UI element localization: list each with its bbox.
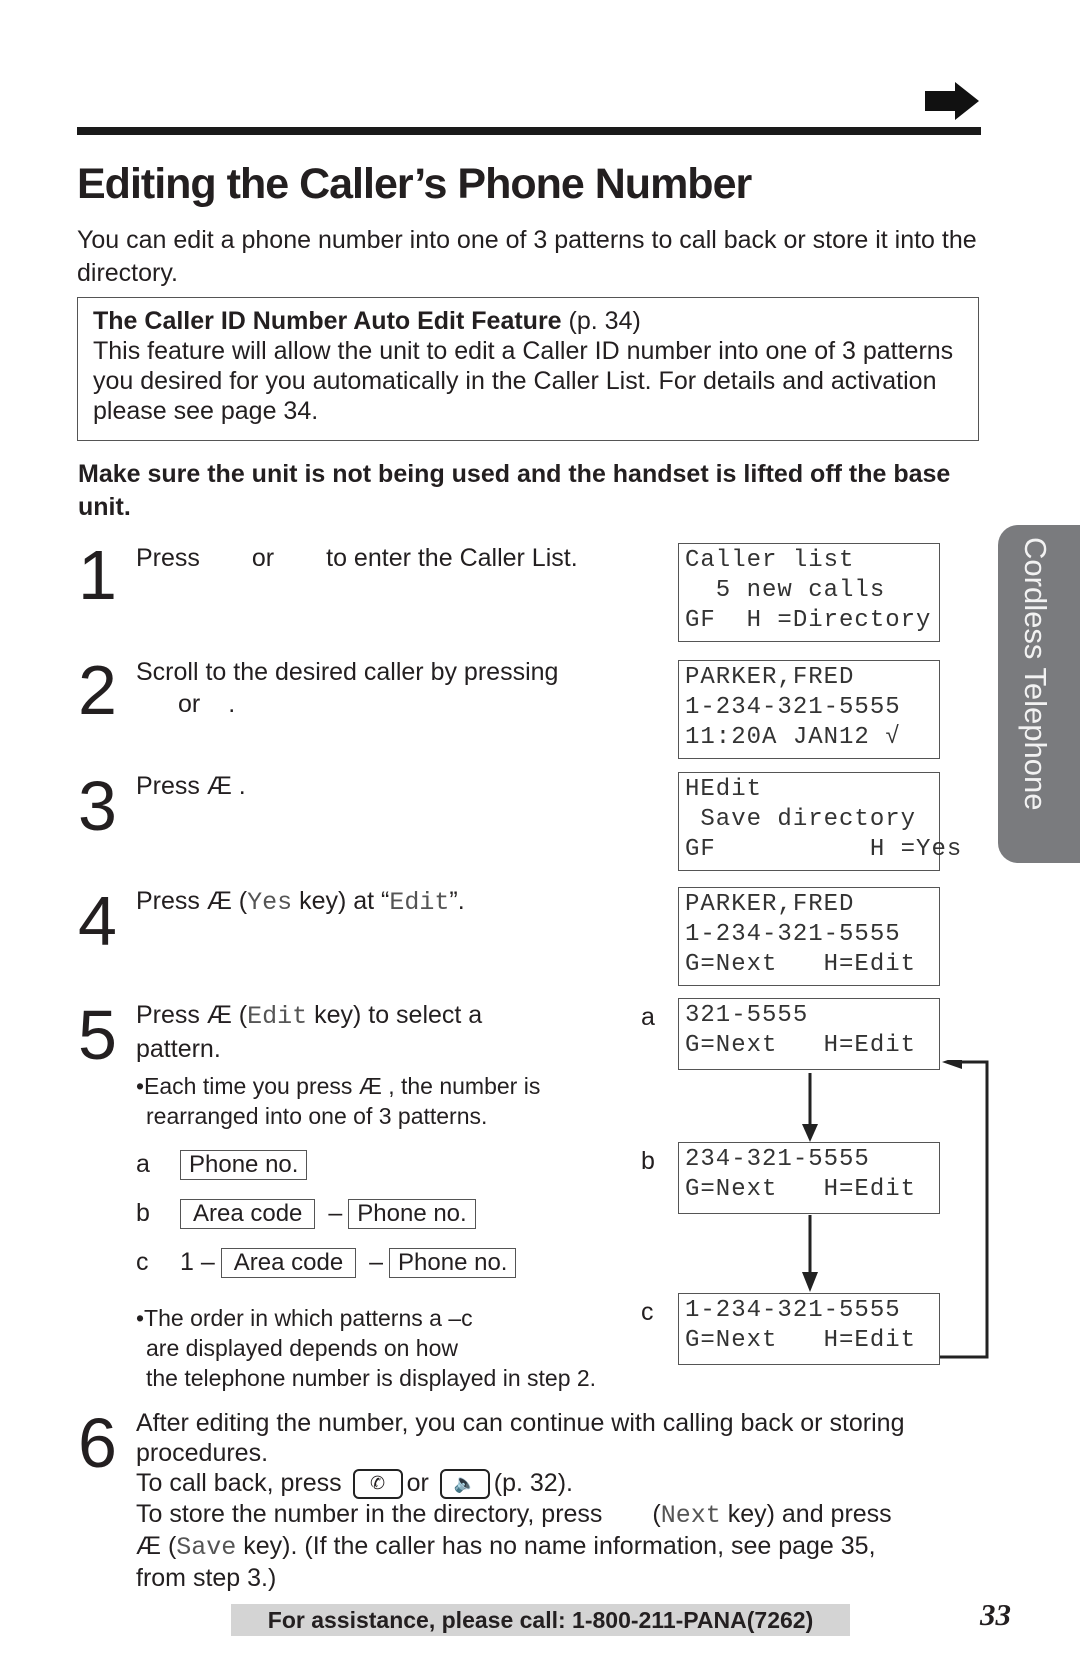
step-5-pre: Press Æ (	[136, 1001, 248, 1029]
feature-title: The Caller ID Number Auto Edit Feature	[93, 307, 562, 335]
save-key-label: Save	[176, 1533, 237, 1563]
step-4-pre: Press Æ (	[136, 887, 248, 915]
lcd-line: GF H =Directory	[685, 607, 932, 634]
lcd-line: PARKER,FRED	[685, 664, 855, 691]
step-6-store-post: key) and press	[720, 1500, 892, 1529]
arrow-head-icon	[942, 1060, 962, 1069]
step-number-3: 3	[78, 767, 117, 845]
dash: –	[369, 1248, 384, 1276]
step-4-mid: key) at “	[292, 887, 390, 915]
lcd-line: HEdit	[685, 776, 763, 803]
bullet-2-line2: are displayed depends on how	[146, 1335, 459, 1361]
right-arrow-icon	[925, 82, 979, 120]
lcd-line: PARKER,FRED	[685, 891, 855, 918]
step-1-text: Press or to enter the Caller List.	[136, 542, 578, 574]
intro-text: You can edit a phone number into one of …	[77, 226, 977, 287]
lcd-caller-list: Caller list 5 new calls GF H =Directory	[678, 543, 940, 642]
step-6-save-post: key). (If the caller has no name informa…	[236, 1532, 876, 1561]
step-6-call-pre: To call back, press	[136, 1469, 342, 1497]
lcd-line: Save directory	[685, 806, 917, 833]
step-6-text: After editing the number, you can contin…	[136, 1409, 905, 1593]
pattern-cycle-arrows	[802, 1060, 989, 1359]
step-number-4: 4	[78, 882, 117, 960]
section-side-tab: Cordless Telephone	[998, 525, 1080, 863]
lcd-caller-entry: PARKER,FRED 1-234-321-5555 11:20A JAN12 √	[678, 660, 940, 759]
step-number-5: 5	[78, 996, 117, 1074]
pattern-c: c 1 – Area code – Phone no.	[136, 1248, 517, 1278]
precondition-note: Make sure the unit is not being used and…	[78, 460, 951, 521]
lcd-line: Caller list	[685, 547, 855, 574]
lcd-label-a: a	[641, 1003, 655, 1031]
bullet-1-line2: rearranged into one of 3 patterns.	[146, 1103, 488, 1129]
lcd-line: G=Next H=Edit	[685, 951, 917, 978]
lcd-line: 1-234-321-5555	[685, 694, 901, 721]
edit-key-label: Edit	[247, 1002, 308, 1031]
step-4-post: ”.	[449, 887, 465, 915]
edit-key-label: Edit	[389, 888, 450, 917]
lcd-edit-menu: HEdit Save directory GF H =Yes	[678, 772, 963, 871]
step-6-save-pre: Æ (	[136, 1532, 177, 1561]
speakerphone-key-icon: 🔈	[439, 1469, 490, 1500]
lcd-line: 11:20A JAN12 √	[685, 724, 901, 751]
phone-no-box: Phone no.	[389, 1248, 517, 1278]
pattern-label: c	[136, 1248, 149, 1276]
pattern-c-prefix: 1 –	[180, 1248, 215, 1276]
step-number-1: 1	[78, 536, 117, 614]
lcd-edit-entry: PARKER,FRED 1-234-321-5555 G=Next H=Edit	[678, 887, 940, 986]
lcd-line: GF H =Yes	[685, 836, 963, 863]
step-1-rest: to enter the Caller List.	[326, 544, 578, 572]
phone-no-box: Phone no.	[348, 1199, 476, 1229]
area-code-box: Area code	[220, 1248, 357, 1278]
feature-body: This feature will allow the unit to edit…	[93, 337, 954, 425]
talk-key-icon: ✆	[352, 1469, 403, 1500]
step-6-call-or: or	[406, 1469, 429, 1497]
step-number-6: 6	[78, 1404, 117, 1482]
pattern-a: a Phone no.	[136, 1150, 308, 1180]
step-number-2: 2	[78, 651, 117, 729]
step-5-post: key) to select a	[307, 1001, 483, 1029]
arrow-head-icon	[802, 1272, 818, 1292]
page-number: 33	[980, 1597, 1011, 1632]
step-5-bullet-2: •The order in which patterns a –c are di…	[136, 1303, 596, 1393]
step-2-dot: .	[228, 690, 236, 718]
phone-no-box: Phone no.	[180, 1150, 308, 1180]
bullet-1-line1: •Each time you press Æ , the number is	[136, 1073, 541, 1099]
step-2-line1: Scroll to the desired caller by pressing	[136, 658, 559, 686]
step-5-line2: pattern.	[136, 1035, 221, 1063]
area-code-box: Area code	[180, 1199, 316, 1229]
step-1-press: Press	[136, 544, 200, 572]
side-tab-label: Cordless Telephone	[1018, 537, 1053, 811]
step-6-last-line: from step 3.)	[136, 1564, 277, 1593]
lcd-line: 1-234-321-5555	[685, 921, 901, 948]
feature-page-ref: (p. 34)	[561, 307, 641, 335]
arrow-head-icon	[802, 1124, 818, 1142]
step-6-line2: procedures.	[136, 1439, 269, 1467]
page-title: Editing the Caller’s Phone Number	[77, 160, 752, 208]
arrow-c-to-a	[940, 1060, 989, 1359]
step-6-call-post: (p. 32).	[493, 1469, 573, 1497]
step-5-text: Press Æ (Edit key) to select a pattern.	[136, 999, 482, 1065]
lcd-line: 5 new calls	[685, 577, 886, 604]
bullet-2-line3: the telephone number is displayed in ste…	[146, 1365, 597, 1391]
step-1-or: or	[251, 544, 275, 572]
lcd-line: 321-5555	[685, 1002, 809, 1029]
pattern-label: b	[136, 1199, 150, 1227]
lcd-line: G=Next H=Edit	[685, 1032, 917, 1059]
step-6-store-pre: To store the number in the directory, pr…	[136, 1500, 603, 1529]
step-6-line1: After editing the number, you can contin…	[136, 1409, 905, 1437]
step-2-text: Scroll to the desired caller by pressing…	[136, 656, 558, 720]
pattern-label: a	[136, 1150, 150, 1178]
step-2-or: or	[178, 690, 201, 718]
next-key-label: Next	[660, 1501, 721, 1531]
header-rule	[77, 127, 981, 135]
feature-info-box: The Caller ID Number Auto Edit Feature (…	[77, 297, 979, 441]
assistance-footer: For assistance, please call: 1-800-211-P…	[231, 1604, 850, 1636]
step-3-text: Press Æ .	[136, 772, 246, 800]
pattern-b: b Area code – Phone no.	[136, 1199, 476, 1229]
step-4-text: Press Æ (Yes key) at “Edit”.	[136, 885, 465, 919]
step-5-bullet-1: •Each time you press Æ , the number is r…	[136, 1071, 540, 1131]
bullet-2-line1: •The order in which patterns a –c	[136, 1305, 473, 1331]
dash: –	[328, 1199, 343, 1227]
yes-key-label: Yes	[247, 888, 293, 917]
